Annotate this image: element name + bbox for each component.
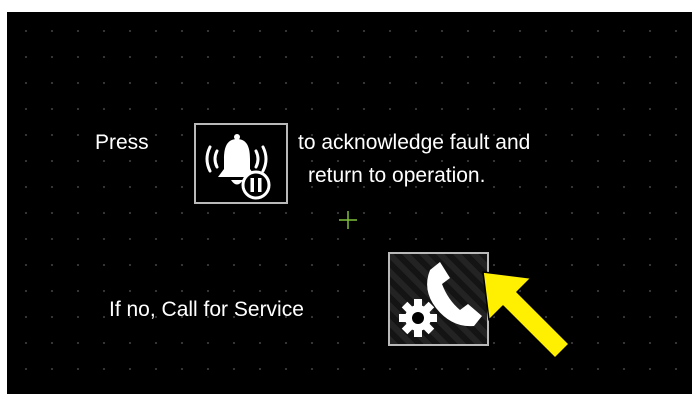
call-for-service-label: If no, Call for Service — [109, 298, 304, 321]
acknowledge-fault-button[interactable] — [194, 123, 288, 204]
arrow-pointer-icon — [482, 271, 570, 359]
phone-gear-icon — [399, 262, 482, 337]
acknowledge-instruction-line2: return to operation. — [308, 164, 486, 187]
crosshair-icon — [339, 211, 357, 229]
alarm-bell-pause-icon — [205, 134, 271, 200]
page-frame: Press to acknowledge fault and return to — [0, 0, 699, 399]
press-label: Press — [95, 131, 149, 154]
acknowledge-instruction-line1: to acknowledge fault and — [298, 131, 531, 154]
call-for-service-button[interactable] — [388, 252, 489, 346]
hmi-screen: Press to acknowledge fault and return to — [7, 12, 692, 394]
